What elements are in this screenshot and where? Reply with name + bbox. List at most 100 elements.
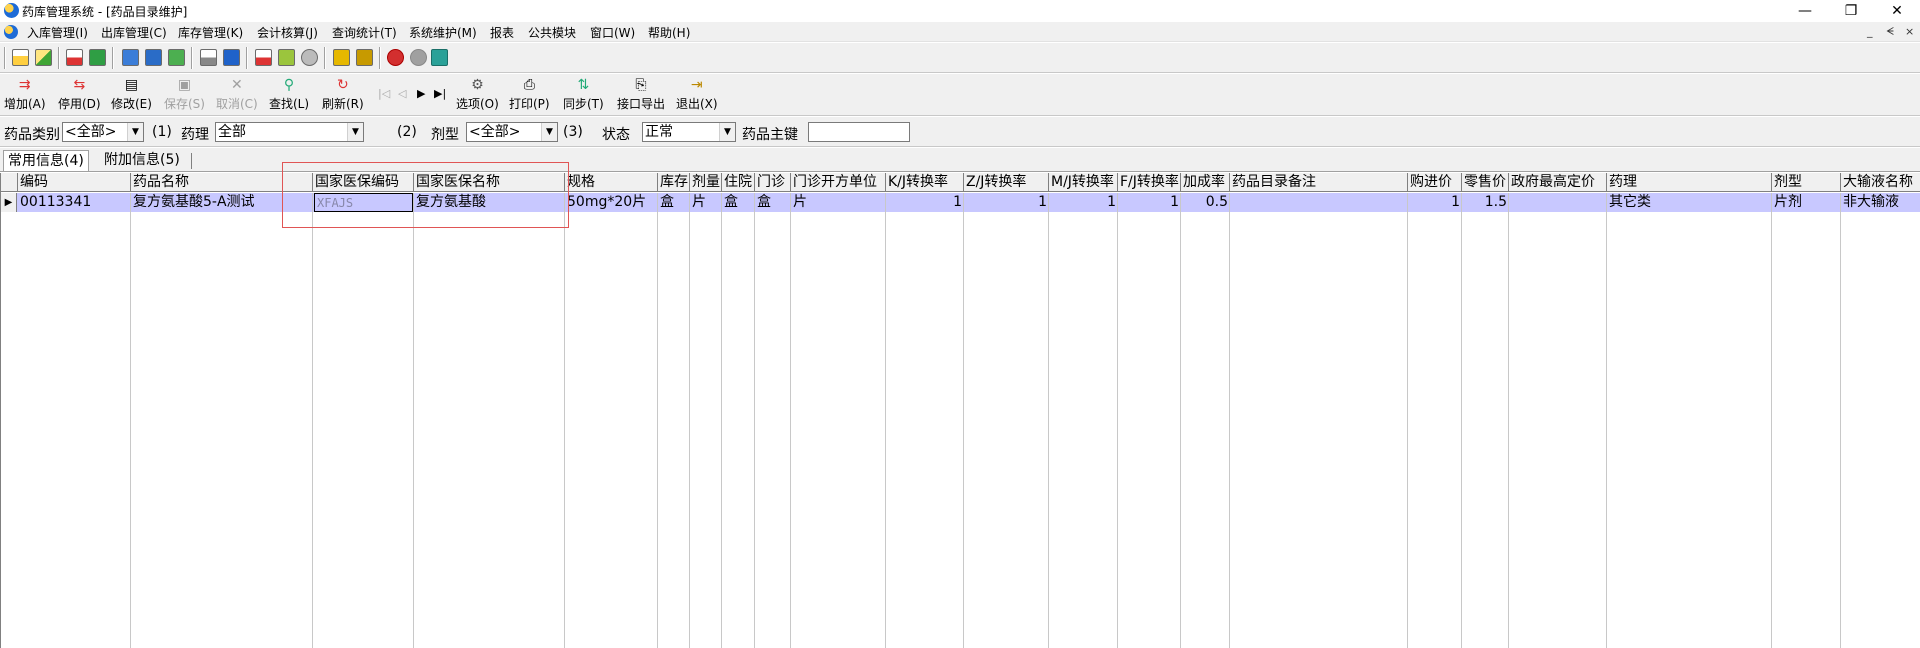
col-header-outpatient-unit[interactable]: 门诊 [755,173,791,192]
menu-common[interactable]: 公共模块 [528,24,576,41]
cell-outpatient-unit[interactable]: 盒 [755,193,791,212]
mdi-restore-button[interactable]: ᗕ [1886,25,1894,39]
cell-nhsa-name[interactable]: 复方氨基酸 [414,193,565,212]
col-header-dose-unit[interactable]: 剂量 [690,173,722,192]
menu-accounting[interactable]: 会计核算(J) [257,24,318,41]
find-button[interactable]: ⚲ 查找(L) [269,77,309,112]
col-header-kj-rate[interactable]: K/J转换率 [886,173,964,192]
calculator-icon[interactable] [168,49,185,66]
cell-gov-max-price[interactable] [1509,193,1607,212]
chart-icon[interactable] [278,49,295,66]
pharmacology-select[interactable]: 全部 ▼ [215,122,364,142]
cell-fj-rate[interactable]: 1 [1118,193,1181,212]
col-header-infusion-name[interactable]: 大输液名称 [1841,173,1920,192]
thermometer-icon[interactable] [356,49,373,66]
minimize-button[interactable]: — [1782,0,1828,22]
report-icon[interactable] [145,49,162,66]
window-close-icon[interactable] [431,49,448,66]
col-header-pharmacology[interactable]: 药理 [1607,173,1772,192]
col-header-inpatient-unit[interactable]: 住院 [722,173,755,192]
cell-code[interactable]: 00113341 [18,193,131,212]
menu-query-stats[interactable]: 查询统计(T) [332,24,397,41]
return-icon[interactable] [35,49,52,66]
search-icon[interactable] [301,49,318,66]
col-header-stock-unit[interactable]: 库存 [658,173,690,192]
cell-mj-rate[interactable]: 1 [1049,193,1118,212]
cell-markup[interactable]: 0.5 [1181,193,1230,212]
col-header-zj-rate[interactable]: Z/J转换率 [964,173,1049,192]
export-button[interactable]: ⎘ 接口导出 [617,77,665,112]
col-header-spec[interactable]: 规格 [565,173,658,192]
exit-button[interactable]: ⇥ 退出(X) [676,77,718,112]
col-header-purchase-price[interactable]: 购进价 [1408,173,1462,192]
mdi-doc-icon[interactable] [4,25,18,39]
grid-icon[interactable] [223,49,240,66]
menu-reports[interactable]: 报表 [490,24,514,41]
last-record-icon[interactable]: ▶| [434,87,446,100]
cell-inpatient-unit[interactable]: 盒 [722,193,755,212]
category-select[interactable]: <全部> ▼ [62,122,144,142]
folder-icon[interactable] [333,49,350,66]
check-icon[interactable] [89,49,106,66]
cancel-button[interactable]: ✕ 取消(C) [216,77,258,112]
cell-name[interactable]: 复方氨基酸5-A测试 [131,193,313,212]
restore-button[interactable]: ❐ [1828,0,1874,22]
cell-dosage-form[interactable]: 片剂 [1772,193,1841,212]
cell-rx-unit[interactable]: 片 [791,193,886,212]
menu-inbound[interactable]: 入库管理(I) [27,24,88,41]
col-header-nhsa-name[interactable]: 国家医保名称 [414,173,565,192]
col-header-dosage-form[interactable]: 剂型 [1772,173,1841,192]
sync-button[interactable]: ⇅ 同步(T) [563,77,604,112]
menu-bar: 入库管理(I) 出库管理(C) 库存管理(K) 会计核算(J) 查询统计(T) … [0,22,1920,42]
status-label: 状态 [602,127,630,143]
menu-outbound[interactable]: 出库管理(C) [101,24,167,41]
menu-inventory[interactable]: 库存管理(K) [178,24,243,41]
col-header-rx-unit[interactable]: 门诊开方单位 [791,173,886,192]
cell-stock-unit[interactable]: 盒 [658,193,690,212]
ledger-icon[interactable] [122,49,139,66]
status-select[interactable]: 正常 ▼ [642,122,736,142]
col-header-fj-rate[interactable]: F/J转换率 [1118,173,1181,192]
col-header-markup[interactable]: 加成率 [1181,173,1230,192]
cell-spec[interactable]: 50mg*20片 [565,193,658,212]
cell-retail-price[interactable]: 1.5 [1462,193,1509,212]
print-preview-icon[interactable] [200,49,217,66]
cell-infusion-name[interactable]: 非大输液 [1841,193,1920,212]
print-button[interactable]: ⎙ 打印(P) [509,77,550,112]
refresh-button[interactable]: ↻ 刷新(R) [322,77,364,112]
cell-nhsa-code-editor[interactable]: XFAJS [314,193,413,212]
col-header-nhsa-code[interactable]: 国家医保编码 [313,173,414,192]
inbound-icon[interactable] [12,49,29,66]
menu-help[interactable]: 帮助(H) [648,24,690,41]
menu-system[interactable]: 系统维护(M) [409,24,477,41]
save-button[interactable]: ▣ 保存(S) [164,77,205,112]
tab-extra-info[interactable]: 附加信息(5) [100,150,184,171]
disable-button[interactable]: ⇆ 停用(D) [58,77,101,112]
close-button[interactable]: ✕ [1874,0,1920,22]
col-header-retail-price[interactable]: 零售价 [1462,173,1509,192]
tab-common-info[interactable]: 常用信息(4) [3,150,89,171]
cell-purchase-price[interactable]: 1 [1408,193,1462,212]
add-button[interactable]: ⇉ 增加(A) [4,77,46,112]
cell-remark[interactable] [1230,193,1408,212]
next-record-icon[interactable]: ▶ [417,87,425,100]
cell-kj-rate[interactable]: 1 [886,193,964,212]
col-header-code[interactable]: 编码 [18,173,131,192]
cell-dose-unit[interactable]: 片 [690,193,722,212]
modify-button[interactable]: ▤ 修改(E) [111,77,152,112]
stats-icon[interactable] [255,49,272,66]
col-header-gov-max-price[interactable]: 政府最高定价 [1509,173,1607,192]
document-edit-icon[interactable] [66,49,83,66]
stop-icon[interactable] [387,49,404,66]
col-header-remark[interactable]: 药品目录备注 [1230,173,1408,192]
mdi-close-button[interactable]: × [1905,25,1914,38]
cell-zj-rate[interactable]: 1 [964,193,1049,212]
drug-key-input[interactable] [808,122,910,142]
col-header-mj-rate[interactable]: M/J转换率 [1049,173,1118,192]
mdi-minimize-button[interactable]: _ [1867,25,1873,38]
col-header-name[interactable]: 药品名称 [131,173,313,192]
options-button[interactable]: ⚙ 选项(O) [456,77,499,112]
cell-pharmacology[interactable]: 其它类 [1607,193,1772,212]
dosage-select[interactable]: <全部> ▼ [466,122,558,142]
menu-window[interactable]: 窗口(W) [590,24,635,41]
